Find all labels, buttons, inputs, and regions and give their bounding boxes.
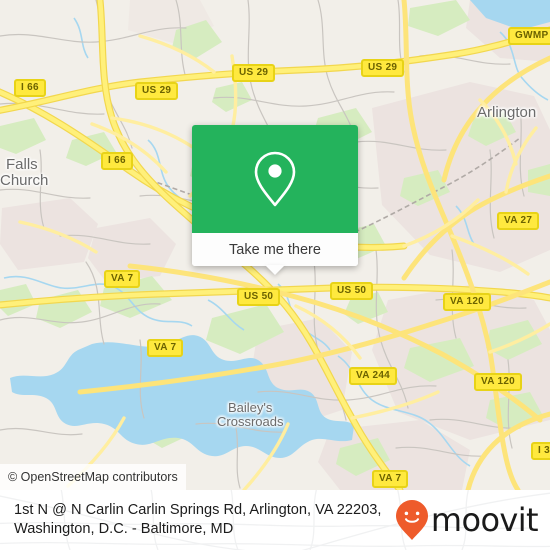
road-shield: US 50 [237, 288, 281, 306]
place-label-arlington: Arlington [477, 104, 537, 121]
road-shield: US 29 [232, 64, 276, 82]
road-shield: VA 7 [104, 270, 141, 288]
place-label-falls: Falls [6, 156, 38, 173]
place-label-church: Church [0, 172, 49, 189]
station-address: 1st N @ N Carlin Carlin Springs Rd, Arli… [14, 502, 382, 537]
road-shield: VA 27 [497, 212, 540, 230]
road-shield: VA 244 [349, 367, 398, 385]
road-shield: US 29 [361, 59, 405, 77]
road-shield: VA 7 [147, 339, 184, 357]
road-shield: I 395 [531, 442, 550, 460]
moovit-logo[interactable]: moovit [395, 499, 539, 541]
popup-pointer-tail [265, 265, 285, 275]
take-me-there-button-label: Take me there [229, 241, 321, 258]
road-shield: US 29 [135, 82, 179, 100]
road-shield: GWMP [508, 27, 550, 45]
map-attribution[interactable]: © OpenStreetMap contributors [0, 464, 186, 490]
moovit-station-map-screen: .bg { fill:#f2efe9; } .res { fill:#ece3e… [0, 0, 550, 550]
popup-header [192, 125, 358, 233]
road-shield: I 66 [101, 152, 133, 170]
road-shield: I 66 [14, 79, 46, 97]
road-shield: VA 120 [443, 293, 492, 311]
road-shield: US 50 [330, 282, 374, 300]
footer-bar: 1st N @ N Carlin Carlin Springs Rd, Arli… [0, 490, 550, 550]
moovit-wordmark: moovit [430, 501, 539, 539]
moovit-pin-icon [395, 500, 428, 540]
station-popup-card[interactable]: Take me there [192, 125, 358, 275]
map-canvas[interactable]: .bg { fill:#f2efe9; } .res { fill:#ece3e… [0, 0, 550, 490]
road-shield: VA 7 [372, 470, 409, 488]
place-label-crossroads: Crossroads [217, 414, 284, 429]
popup-footer[interactable]: Take me there [192, 233, 358, 275]
map-pin-icon [254, 151, 296, 207]
road-shield: VA 120 [474, 373, 523, 391]
